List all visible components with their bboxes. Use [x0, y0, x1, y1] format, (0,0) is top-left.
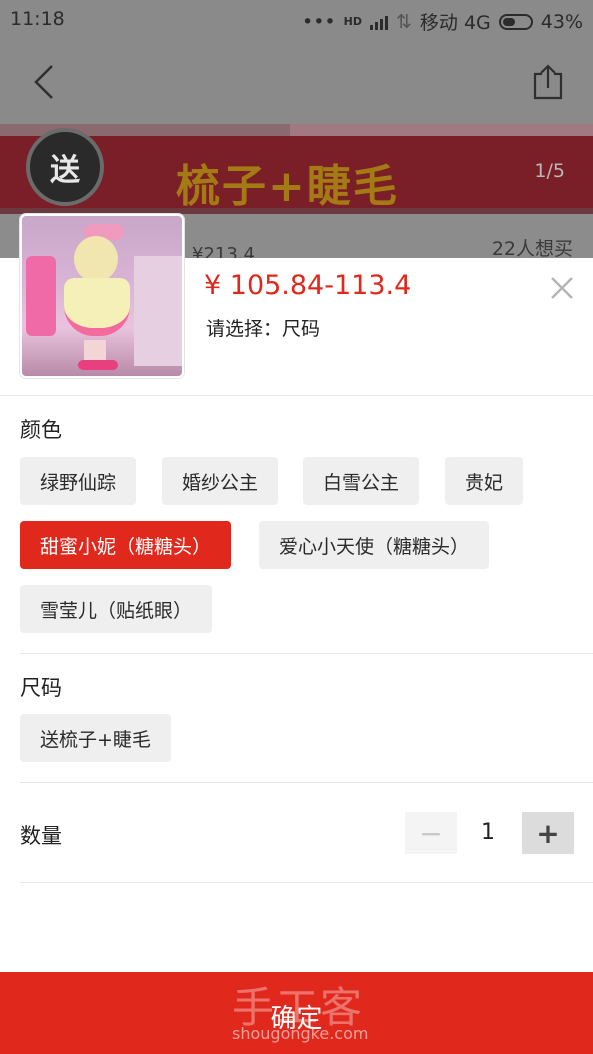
share-icon[interactable]: [531, 62, 565, 102]
battery-percent: 43%: [540, 10, 583, 33]
confirm-button[interactable]: 手工客 确定 shougongke.com: [0, 972, 593, 1054]
color-option[interactable]: 白雪公主: [303, 457, 420, 505]
color-option[interactable]: 婚纱公主: [162, 457, 279, 505]
gift-badge: 送: [26, 128, 104, 206]
banner-pager: 1/5: [534, 160, 565, 182]
status-time: 11:18: [10, 8, 65, 30]
color-option[interactable]: 雪莹儿（贴纸眼）: [20, 585, 213, 633]
banner-photo: [290, 124, 593, 136]
watermark-url: shougongke.com: [232, 1024, 369, 1043]
wants-count: 22人想买: [491, 238, 573, 260]
select-hint: 请选择：尺码: [206, 318, 321, 340]
color-option-selected[interactable]: 甜蜜小妮（糖糖头）: [20, 521, 232, 569]
color-section-title: 颜色: [20, 418, 62, 442]
divider: [20, 782, 593, 783]
battery-icon: [498, 13, 533, 30]
divider: [20, 882, 593, 883]
top-nav: [0, 40, 593, 124]
doll-accessory: [26, 256, 56, 336]
hd-label: HD: [343, 15, 362, 28]
quantity-increase-button[interactable]: +: [522, 812, 574, 854]
divider: [20, 653, 593, 654]
quantity-label: 数量: [20, 824, 62, 848]
doll-shoes: [78, 360, 118, 370]
signal-icon: [369, 14, 388, 30]
size-option[interactable]: 送梳子+睫毛: [20, 714, 171, 762]
doll-box: [134, 256, 182, 366]
back-icon[interactable]: [30, 62, 60, 102]
banner-title: 梳子+睫毛: [176, 161, 399, 212]
size-section-title: 尺码: [20, 676, 62, 700]
data-arrows-icon: ⇅: [395, 10, 412, 33]
product-banner[interactable]: 送 梳子+睫毛 1/5: [0, 124, 593, 214]
close-icon[interactable]: [546, 272, 578, 304]
price-range: ¥ 105.84-113.4: [204, 270, 412, 301]
status-bar: 11:18 ••• HD ⇅ 移动 4G 43%: [0, 0, 593, 40]
doll-dress: [64, 278, 130, 336]
quantity-value[interactable]: 1: [470, 820, 506, 845]
doll-legs: [84, 340, 106, 362]
carrier-label: 移动 4G: [419, 12, 491, 34]
status-indicators: ••• HD ⇅ 移动 4G 43%: [302, 8, 583, 35]
color-option[interactable]: 爱心小天使（糖糖头）: [259, 521, 490, 569]
color-option[interactable]: 贵妃: [445, 457, 524, 505]
quantity-decrease-button[interactable]: −: [405, 812, 457, 854]
divider: [0, 395, 593, 396]
color-option[interactable]: 绿野仙踪: [20, 457, 137, 505]
doll-head: [74, 236, 118, 282]
product-thumbnail: [20, 214, 184, 378]
dots-icon: •••: [302, 10, 336, 33]
